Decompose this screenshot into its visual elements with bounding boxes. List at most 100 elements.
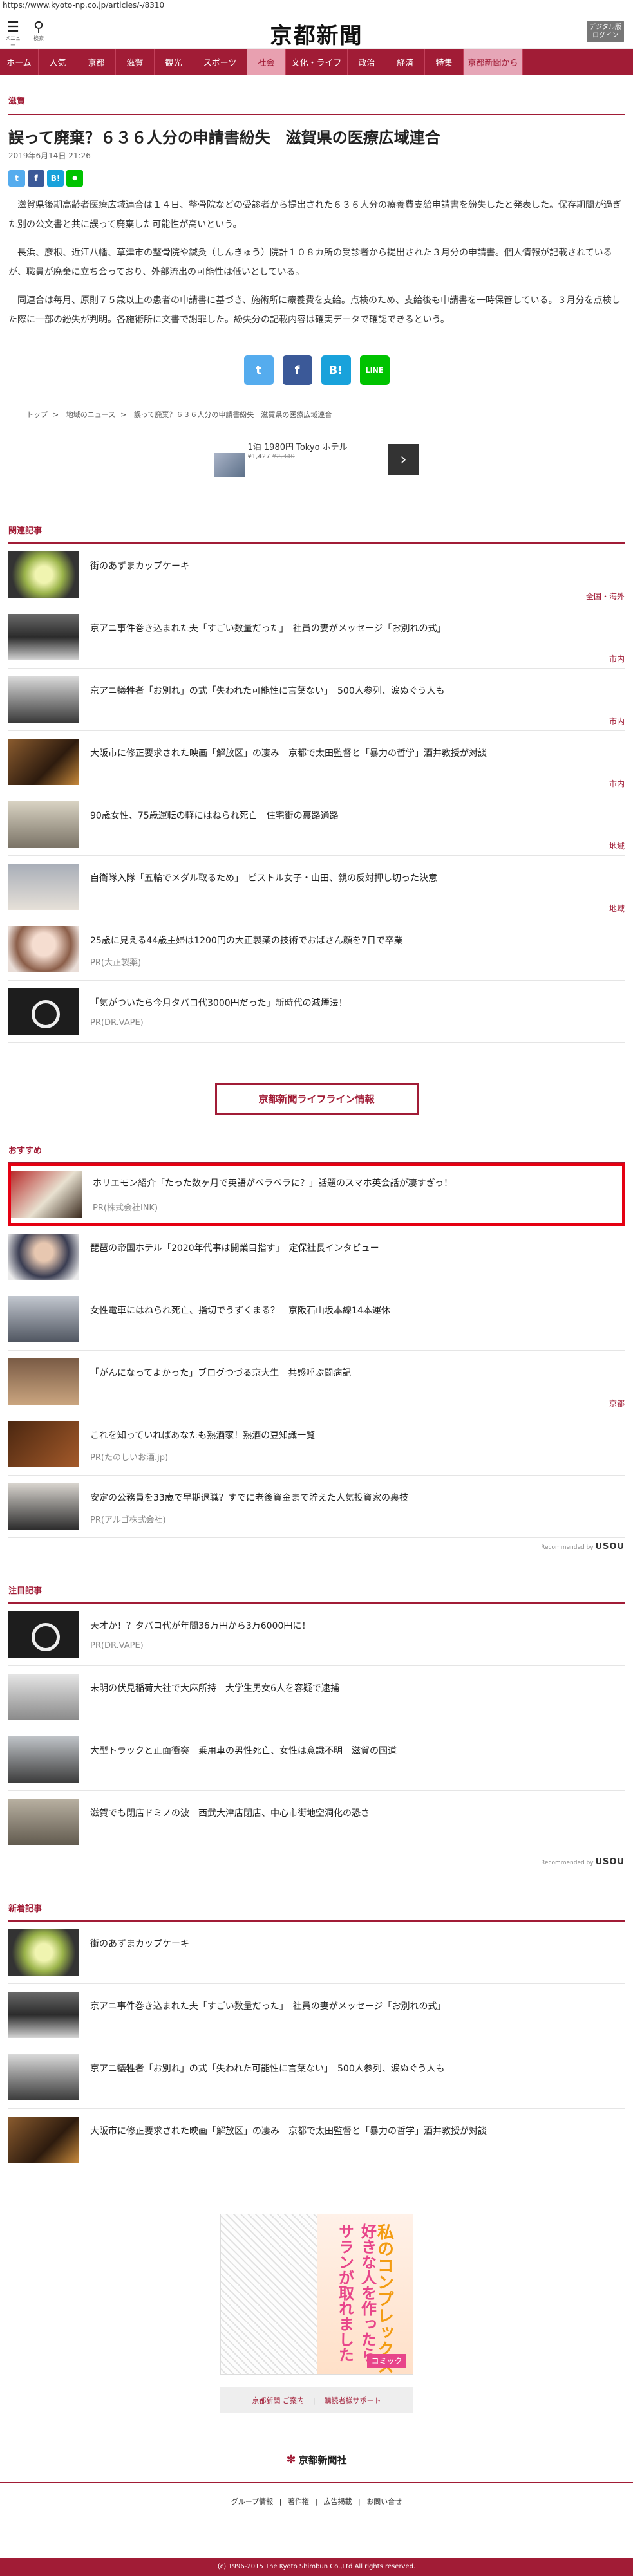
list-item[interactable]: 90歳女性、75歳運転の軽にはねられ死亡 住宅街の裏路通路 地域 (8, 793, 625, 856)
thumbnail (8, 1674, 79, 1720)
facebook-icon: f (294, 363, 300, 377)
nav-item[interactable]: ホーム (0, 49, 39, 75)
thumbnail (8, 551, 79, 598)
subscriber-support-link[interactable]: 購読者様サポート (325, 2395, 381, 2405)
list-item[interactable]: 京アニ事件巻き込まれた夫「すごい数量だった」 社員の妻がメッセージ「お別れの式」 (8, 1984, 625, 2046)
share-bar-top: t f B! ● (8, 170, 625, 187)
thumbnail (8, 1736, 79, 1783)
footer-link-group[interactable]: グループ情報 (231, 2497, 273, 2506)
article-paragraph: 滋賀県後期高齢者医療広域連合は１４日、整骨院などの受診者から提出された６３６人分… (8, 200, 621, 230)
chevron-right-icon[interactable]: › (388, 444, 419, 475)
ad-image (214, 453, 245, 477)
list-item[interactable]: 街のあずまカップケーキ (8, 1922, 625, 1984)
thumbnail (8, 1611, 79, 1658)
guide-link[interactable]: 京都新聞 ご案内 (252, 2395, 304, 2405)
footer-link-copyright[interactable]: 著作権 (288, 2497, 309, 2506)
thumbnail (8, 1421, 79, 1467)
footer-link-contact[interactable]: お問い合せ (366, 2497, 402, 2506)
list-item[interactable]: 安定の公務員を33歳で早期退職？すでに老後資金まで貯えた人気投資家の裏技 PR(ア… (8, 1476, 625, 1538)
search-button[interactable]: ⚲ 検索 (31, 21, 46, 42)
list-item[interactable]: 大型トラックと正面衝突 乗用車の男性死亡、女性は意識不明 滋賀の国道 (8, 1728, 625, 1791)
twitter-share-button[interactable]: t (243, 355, 274, 385)
latest-section-title: 新着記事 (8, 1902, 625, 1922)
list-item[interactable]: 街のあずまカップケーキ 全国・海外 (8, 544, 625, 606)
list-item[interactable]: 滋賀でも閉店ドミノの波 西武大津店閉店、中心市街地空洞化の恐さ (8, 1791, 625, 1853)
footer-link-ads[interactable]: 広告掲載 (324, 2497, 352, 2506)
list-item[interactable]: 大阪市に修正要求された映画「解放区」の凄み 京都で太田監督と「暴力の哲学」酒井教… (8, 2109, 625, 2171)
hotel-ad[interactable]: 1泊 1980円 Tokyo ホテル ¥1,427 ¥2,340 › (214, 434, 419, 479)
list-item[interactable]: 25歳に見える44歳主婦は1200円の大正製薬の技術でおばさん顔を7日で卒業 PR… (8, 918, 625, 981)
article-headline: 誤って廃棄？６３６人分の申請書紛失 滋賀県の医療広域連合 (8, 129, 440, 147)
hatena-share-button[interactable]: B! (47, 170, 64, 187)
site-header: ☰ メニュー ⚲ 検索 京都新聞 デジタル版 ログイン (0, 12, 633, 49)
hamburger-icon: ☰ (6, 19, 19, 35)
list-item[interactable]: 「気がついたら今月タバコ代3000円だった」新時代の減煙法！ PR(DR.VAPE… (8, 981, 625, 1043)
facebook-icon: f (34, 174, 38, 183)
nav-item[interactable]: 滋賀 (116, 49, 155, 75)
menu-button[interactable]: ☰ メニュー (5, 21, 21, 49)
lifeline-info-button[interactable]: 京都新聞ライフライン情報 (214, 1083, 419, 1115)
thumbnail (8, 988, 79, 1035)
site-logo[interactable]: 京都新聞 (270, 18, 363, 50)
list-item[interactable]: 未明の伏見稲荷大社で大麻所持 大学生男女6人を容疑で逮捕 (8, 1666, 625, 1728)
article-category[interactable]: 滋賀 (8, 75, 625, 115)
list-item[interactable]: これを知っていればあなたも熟酒家！熟酒の豆知識一覧 PR(たのしいお酒.jp) (8, 1413, 625, 1476)
line-share-button[interactable]: LINE (359, 355, 390, 385)
nav-item[interactable]: 観光 (155, 49, 193, 75)
footer-buttons: 京都新聞 ご案内 | 購読者様サポート (220, 2387, 413, 2413)
usou-logo: USOU (595, 1542, 625, 1552)
article-paragraph: 長浜、彦根、近江八幡、草津市の整骨院や鍼灸（しんきゅう）院計１０８カ所の受診者か… (8, 248, 612, 277)
list-item[interactable]: 京アニ犠牲者「お別れ」の式「失われた可能性に言葉ない」 500人参列、涙ぬぐう人… (8, 669, 625, 731)
nav-item[interactable]: 京都新聞から (464, 49, 523, 75)
thumbnail (8, 1296, 79, 1342)
twitter-share-button[interactable]: t (8, 170, 25, 187)
twitter-icon: t (256, 363, 261, 377)
thumbnail (11, 1171, 82, 1218)
breadcrumb-local-news[interactable]: 地域のニュース (66, 411, 115, 419)
list-item[interactable]: 大阪市に修正要求された映画「解放区」の凄み 京都で太田監督と「暴力の哲学」酒井教… (8, 731, 625, 793)
nav-item[interactable]: 経済 (386, 49, 425, 75)
breadcrumb-top[interactable]: トップ (26, 411, 48, 419)
article-paragraph: 同連合は毎月、原則７５歳以上の患者の申請書に基づき、施術所に療養費を支給。点検の… (8, 295, 621, 325)
manga-panel (220, 2214, 317, 2374)
nav-item[interactable]: 社会 (247, 49, 286, 75)
facebook-share-button[interactable]: f (28, 170, 44, 187)
url-bar[interactable]: https://www.kyoto-np.co.jp/articles/-/83… (0, 0, 633, 12)
recommended-by[interactable]: Recommended by USOU (8, 1542, 625, 1552)
thumbnail (8, 926, 79, 972)
nav-item[interactable]: 政治 (348, 49, 386, 75)
thumbnail (8, 1234, 79, 1280)
nav-item[interactable]: 京都 (77, 49, 116, 75)
list-item[interactable]: ホリエモン紹介「たった数ヶ月で英語がペラペラに？」話題のスマホ英会話が凄すぎっ！… (8, 1163, 625, 1226)
footer-links: グループ情報 | 著作権 | 広告掲載 | お問い合せ (231, 2497, 402, 2506)
list-item[interactable]: 天才か！？タバコ代が年間36万円から3万6000円に！ PR(DR.VAPE) (8, 1604, 625, 1666)
breadcrumb: トップ > 地域のニュース > 誤って廃棄？６３６人分の申請書紛失 滋賀県の医療広域… (26, 411, 332, 419)
line-share-button[interactable]: ● (66, 170, 83, 187)
facebook-share-button[interactable]: f (282, 355, 312, 385)
category-nav: ホーム 人気 京都 滋賀 観光 スポーツ 社会 文化・ライフ 政治 経済 特集 京都新聞から (0, 49, 633, 75)
list-item[interactable]: 京アニ犠牲者「お別れ」の式「失われた可能性に言葉ない」 500人参列、涙ぬぐう人… (8, 2046, 625, 2109)
digital-login-button[interactable]: デジタル版 ログイン (587, 21, 624, 42)
nav-item[interactable]: 特集 (425, 49, 464, 75)
hatena-share-button[interactable]: B! (321, 355, 351, 385)
thumbnail (8, 739, 79, 785)
thumbnail (8, 1483, 79, 1530)
thumbnail (8, 2117, 79, 2163)
footer-logo[interactable]: ✽ 京都新聞社 (8, 2453, 625, 2467)
recommended-by[interactable]: Recommended by USOU (8, 1857, 625, 1867)
list-item[interactable]: 「がんになってよかった」ブログつづる京大生 共感呼ぶ闘病記 京都 (8, 1351, 625, 1413)
list-item[interactable]: 琵琶の帝国ホテル「2020年代事は開業目指す」 定保社長インタビュー (8, 1226, 625, 1288)
manga-ad-banner[interactable]: 好きな人を作ったらサランが取れました 私のコンプレックス コミック (220, 2214, 413, 2375)
hatena-icon: B! (328, 363, 343, 377)
ad-price: ¥1,427 ¥2,340 (247, 453, 295, 460)
thumbnail (8, 801, 79, 848)
share-bar-bottom: t f B! LINE (8, 355, 625, 385)
list-item[interactable]: 自衛隊入隊「五輪でメダル取るため」 ピストル女子・山田、親の反対押し切った決意地… (8, 856, 625, 918)
nav-item[interactable]: スポーツ (193, 49, 247, 75)
nav-item[interactable]: 人気 (39, 49, 77, 75)
list-item[interactable]: 女性電車にはねられ死亡、指切でうずくまる？ 京阪石山坂本線14本運休 (8, 1288, 625, 1351)
thumbnail (8, 1992, 79, 2038)
list-item[interactable]: 京アニ事件巻き込まれた夫「すごい数量だった」 社員の妻がメッセージ「お別れの式」… (8, 606, 625, 669)
nav-item[interactable]: 文化・ライフ (286, 49, 348, 75)
thumbnail (8, 1799, 79, 1845)
